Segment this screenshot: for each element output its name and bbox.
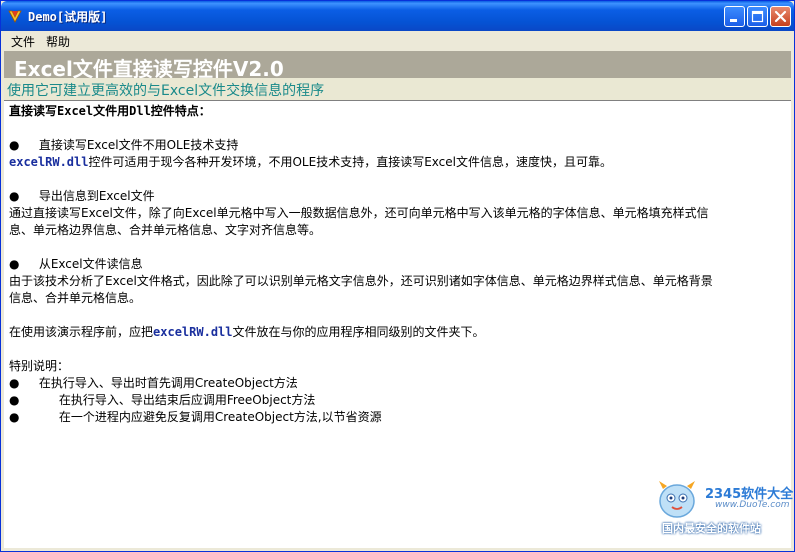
menu-bar: 文件 帮助: [4, 31, 791, 50]
close-button[interactable]: [770, 6, 791, 27]
bullet-icon: ●: [9, 410, 20, 424]
feature3-title: 从Excel文件读信息: [38, 257, 143, 271]
usage-line: 在使用该演示程序前，应把excelRW.dll文件放在与你的应用程序相同级别的文…: [9, 324, 485, 340]
title-bar[interactable]: Demo[试用版]: [1, 1, 794, 31]
usage-suffix: 文件放在与你的应用程序相同级别的文件夹下。: [232, 325, 485, 339]
dll-name: excelRW.dll: [153, 325, 233, 339]
usage-prefix: 在使用该演示程序前，应把: [9, 325, 154, 339]
bullet-icon: ●: [9, 138, 20, 152]
dll-name: excelRW.dll: [9, 155, 89, 169]
feature1-desc-line: excelRW.dll控件可适用于现今各种开发环境，不用OLE技术支持，直接读写…: [9, 154, 612, 170]
app-window: Demo[试用版] 文件 帮助 Excel文件直接读写控件V2.0 使用它可建立…: [0, 0, 795, 552]
feature2-desc-line1: 通过直接读写Excel文件，除了向Excel单元格中写入一般数据信息外，还可向单…: [9, 206, 709, 220]
feature2-title-line: ● 导出信息到Excel文件: [9, 188, 155, 204]
watermark-url: www.DuoTe.com: [715, 500, 790, 510]
maximize-icon: [751, 10, 764, 23]
bullet-icon: ●: [9, 393, 20, 407]
feature3-desc-line1: 由于该技术分析了Excel文件格式，因此除了可以识别单元格文字信息外，还可识别诸…: [9, 274, 713, 288]
watermark: 2345软件大全 www.DuoTe.com 国内最安全的软件站: [653, 475, 793, 545]
maximize-button[interactable]: [747, 6, 768, 27]
banner-subtitle: 使用它可建立更高效的与Excel文件交换信息的程序: [7, 83, 325, 99]
note-line-1: ● 在执行导入、导出时首先调用CreateObject方法: [9, 375, 298, 391]
feature2-desc-line2: 息、单元格边界信息、合并单元格信息、文字对齐信息等。: [9, 223, 322, 237]
bullet-icon: ●: [9, 257, 20, 271]
content-heading: 直接读写Excel文件用Dll控件特点：: [9, 104, 211, 118]
header-banner: Excel文件直接读写控件V2.0: [4, 51, 791, 81]
note-line-2: ● 在执行导入、导出结束后应调用FreeObject方法: [9, 392, 315, 408]
feature2-title: 导出信息到Excel文件: [38, 189, 155, 203]
watermark-slogan: 国内最安全的软件站: [662, 522, 761, 535]
mascot-logo-icon: [659, 481, 695, 518]
close-icon: [774, 10, 787, 23]
menu-file[interactable]: 文件: [11, 33, 35, 50]
feature3-title-line: ● 从Excel文件读信息: [9, 256, 143, 272]
window-title: Demo[试用版]: [28, 10, 108, 24]
feature1-desc: 控件可适用于现今各种开发环境，不用OLE技术支持，直接读写Excel文件信息，速…: [88, 155, 612, 169]
notes-title: 特别说明：: [9, 359, 70, 373]
subtitle-band: 使用它可建立更高效的与Excel文件交换信息的程序: [4, 78, 791, 100]
app-icon[interactable]: [7, 8, 23, 24]
feature3-desc-line2: 信息、合并单元格信息。: [9, 291, 142, 305]
note-line-3: ● 在一个进程内应避免反复调用CreateObject方法,以节省资源: [9, 409, 382, 425]
note-3: 在一个进程内应避免反复调用CreateObject方法,以节省资源: [58, 410, 382, 424]
bullet-icon: ●: [9, 376, 20, 390]
note-2: 在执行导入、导出结束后应调用FreeObject方法: [58, 393, 316, 407]
minimize-button[interactable]: [724, 6, 745, 27]
note-1: 在执行导入、导出时首先调用CreateObject方法: [38, 376, 298, 390]
feature1-title: 直接读写Excel文件不用OLE技术支持: [38, 138, 239, 152]
bullet-icon: ●: [9, 189, 20, 203]
minimize-icon: [730, 19, 737, 22]
feature1-title-line: ● 直接读写Excel文件不用OLE技术支持: [9, 137, 238, 153]
menu-help[interactable]: 帮助: [46, 33, 70, 50]
